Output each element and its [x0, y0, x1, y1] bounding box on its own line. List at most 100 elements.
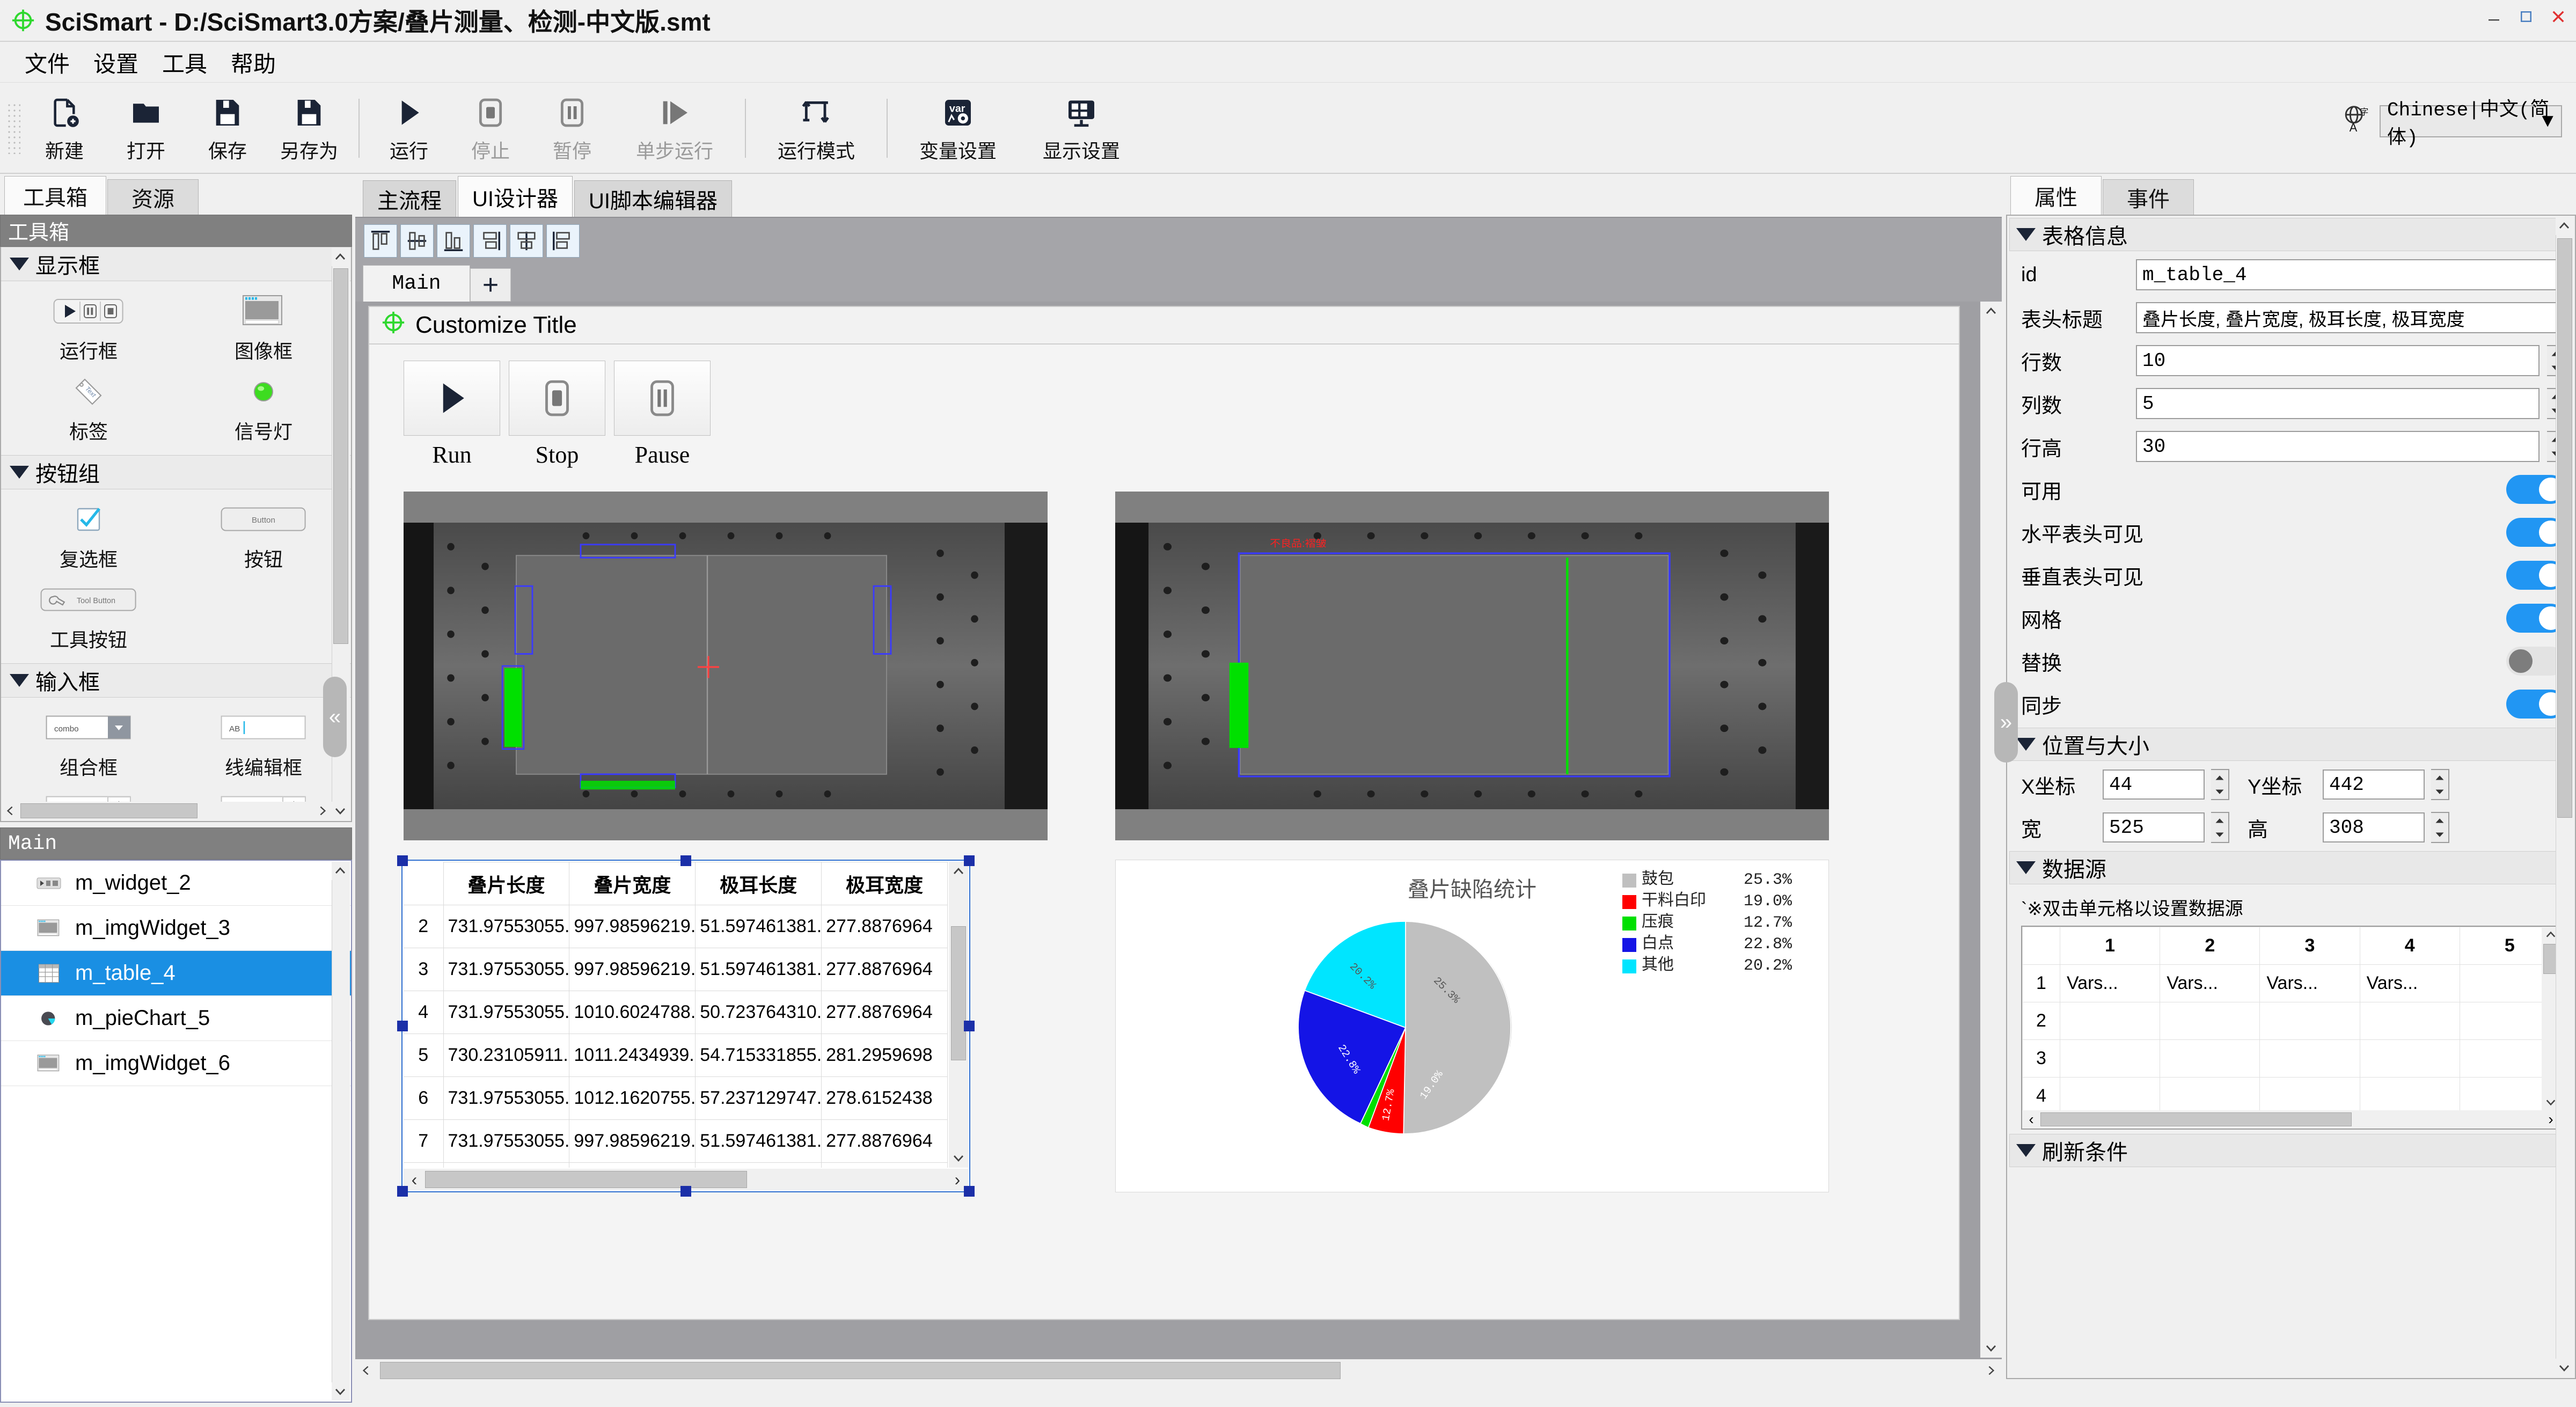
maximize-button[interactable]: [2517, 8, 2535, 26]
page-tab-main[interactable]: Main: [363, 265, 470, 302]
tab-ui-designer[interactable]: UI设计器: [458, 176, 573, 217]
table-cell[interactable]: 731.97553055...: [443, 1119, 570, 1163]
table-cell[interactable]: 730.23105911...: [443, 1034, 570, 1077]
stepper-up-icon[interactable]: [2431, 770, 2448, 785]
scroll-up-icon[interactable]: [1980, 302, 2002, 321]
resize-handle-sw[interactable]: [397, 1186, 408, 1197]
menu-item-help[interactable]: 帮助: [219, 43, 288, 82]
tab-ui-script-editor[interactable]: UI脚本编辑器: [574, 180, 732, 217]
width-stepper[interactable]: [2211, 812, 2229, 843]
ds-cell[interactable]: Vars...: [2359, 964, 2460, 1002]
toolbar-run-button[interactable]: 运行: [368, 88, 450, 168]
menu-item-tools[interactable]: 工具: [150, 43, 219, 82]
image-widget-3[interactable]: [404, 492, 1048, 840]
table-cell[interactable]: 731.97553055...: [443, 948, 570, 991]
toolbox-group-display[interactable]: 显示框: [1, 247, 351, 281]
table-cell[interactable]: 57.237129747...: [695, 1076, 822, 1120]
tree-item-m-imgwidget-3[interactable]: m_imgWidget_3: [1, 906, 351, 951]
language-selector[interactable]: A 字 Chinese|中文(简体) ▼: [2341, 99, 2562, 149]
ds-cell[interactable]: Vars...: [2059, 964, 2161, 1002]
stepper-down-icon[interactable]: [2211, 827, 2228, 842]
table-vertical-scrollbar[interactable]: [949, 862, 968, 1168]
ds-cell[interactable]: [2259, 1039, 2360, 1078]
ds-cell[interactable]: [2259, 1077, 2360, 1115]
table-cell[interactable]: 277.8876964: [821, 1119, 948, 1163]
ds-col-3[interactable]: 3: [2259, 927, 2360, 965]
property-field-header-title[interactable]: 叠片长度, 叠片宽度, 极耳长度, 极耳宽度: [2136, 302, 2565, 333]
property-field-id[interactable]: m_table_4: [2136, 259, 2565, 290]
property-field-row-height[interactable]: 30: [2136, 431, 2540, 462]
ds-cell[interactable]: [2059, 1039, 2161, 1078]
toolbar-variable-settings-button[interactable]: var 变量设置: [896, 88, 1020, 168]
ds-cell[interactable]: [2359, 1002, 2460, 1040]
tab-events[interactable]: 事件: [2103, 179, 2194, 215]
table-cell[interactable]: 997.98596219...: [569, 948, 696, 991]
ds-hscroll-thumb[interactable]: [2040, 1112, 2352, 1126]
design-canvas[interactable]: Customize Title Run Stop Pause 不良品:褶皱 叠片…: [355, 302, 2002, 1380]
property-field-row-count[interactable]: 10: [2136, 345, 2540, 376]
section-table-info[interactable]: 表格信息: [2009, 218, 2573, 251]
ds-cell[interactable]: [2059, 1002, 2161, 1040]
ds-cell[interactable]: [2059, 1077, 2161, 1115]
table-cell[interactable]: 997.98596219...: [569, 1119, 696, 1163]
table-cell[interactable]: 281.2959698: [821, 1034, 948, 1077]
align-center-v-icon[interactable]: [510, 224, 543, 258]
ds-cell[interactable]: [2359, 1039, 2460, 1078]
table-col-0[interactable]: 叠片长度: [443, 862, 570, 905]
table-cell[interactable]: 731.97553055...: [443, 991, 570, 1034]
ds-cell[interactable]: [2160, 1002, 2260, 1040]
ds-horizontal-scrollbar[interactable]: ‹ ›: [2022, 1110, 2560, 1128]
stepper-up-icon[interactable]: [2211, 770, 2228, 785]
table-cell[interactable]: 277.8876964: [821, 1162, 948, 1168]
tab-resources[interactable]: 资源: [107, 179, 199, 215]
properties-vertical-scrollbar[interactable]: [2556, 217, 2574, 1377]
table-cell[interactable]: 51.597461381...: [695, 905, 822, 948]
section-data-source[interactable]: 数据源: [2009, 851, 2573, 884]
ds-cell[interactable]: [2359, 1077, 2460, 1115]
pie-chart-widget[interactable]: 叠片缺陷统计 鼓包 25.3% 干料白印 19.0% 压痕 12.7% 白点 2…: [1115, 860, 1829, 1192]
table-cell[interactable]: 997.98596219...: [569, 1162, 696, 1168]
toolbar-stop-button[interactable]: 停止: [450, 88, 531, 168]
ds-col-4[interactable]: 4: [2359, 927, 2460, 965]
toolbar-new-button[interactable]: 新建: [24, 88, 105, 168]
table-cell[interactable]: 277.8876964: [821, 991, 948, 1034]
scroll-left-icon[interactable]: [2, 805, 18, 817]
field-height[interactable]: 308: [2323, 812, 2425, 842]
toolbox-item-image-box[interactable]: 图像框: [176, 287, 351, 367]
minimize-button[interactable]: [2485, 8, 2503, 26]
scroll-up-icon[interactable]: [2556, 217, 2573, 235]
toolbar-step-run-button[interactable]: 单步运行: [613, 88, 736, 168]
scroll-down-icon[interactable]: [949, 1148, 968, 1168]
resize-handle-w[interactable]: [397, 1021, 408, 1031]
toolbox-item-signal-lamp[interactable]: 信号灯: [176, 367, 351, 448]
toolbar-open-button[interactable]: 打开: [105, 88, 187, 168]
ds-cell[interactable]: Vars...: [2160, 964, 2260, 1002]
tab-properties[interactable]: 属性: [2010, 176, 2102, 215]
table-cell[interactable]: 997.98596219...: [569, 905, 696, 948]
left-panel-collapse-handle[interactable]: «: [323, 677, 347, 757]
table-col-2[interactable]: 极耳长度: [695, 862, 822, 905]
tree-item-m-piechart-5[interactable]: m_pieChart_5: [1, 996, 351, 1041]
table-cell[interactable]: 277.8876964: [821, 948, 948, 991]
toolbox-group-inputs[interactable]: 输入框: [1, 663, 351, 698]
toolbar-saveas-button[interactable]: 另存为: [268, 88, 350, 168]
tree-item-m-table-4[interactable]: m_table_4: [1, 951, 351, 996]
add-page-button[interactable]: +: [470, 268, 511, 302]
x-stepper[interactable]: [2211, 769, 2229, 800]
table-cell[interactable]: 1011.2434939...: [569, 1034, 696, 1077]
tree-item-m-imgwidget-6[interactable]: m_imgWidget_6: [1, 1041, 351, 1086]
toolbox-item-tool-button[interactable]: Tool Button 工具按钮: [1, 575, 176, 656]
scroll-right-icon[interactable]: [1980, 1365, 2002, 1376]
ds-scroll-left-button[interactable]: ‹: [2022, 1111, 2040, 1128]
table-cell[interactable]: 1010.6024788...: [569, 991, 696, 1034]
toolbox-item-button[interactable]: Button 按钮: [176, 495, 351, 575]
table-col-3[interactable]: 极耳宽度: [821, 862, 948, 905]
scroll-down-icon[interactable]: [332, 1382, 349, 1401]
stepper-down-icon[interactable]: [2431, 785, 2448, 799]
toolbox-item-run-box[interactable]: 运行框: [1, 287, 176, 367]
menu-item-settings[interactable]: 设置: [82, 43, 150, 82]
toolbox-item-combobox[interactable]: combo 组合框: [1, 703, 176, 783]
language-combobox[interactable]: Chinese|中文(简体) ▼: [2380, 99, 2562, 149]
table-cell[interactable]: 277.8876964: [821, 905, 948, 948]
toolbox-item-label[interactable]: Text 标签: [1, 367, 176, 448]
